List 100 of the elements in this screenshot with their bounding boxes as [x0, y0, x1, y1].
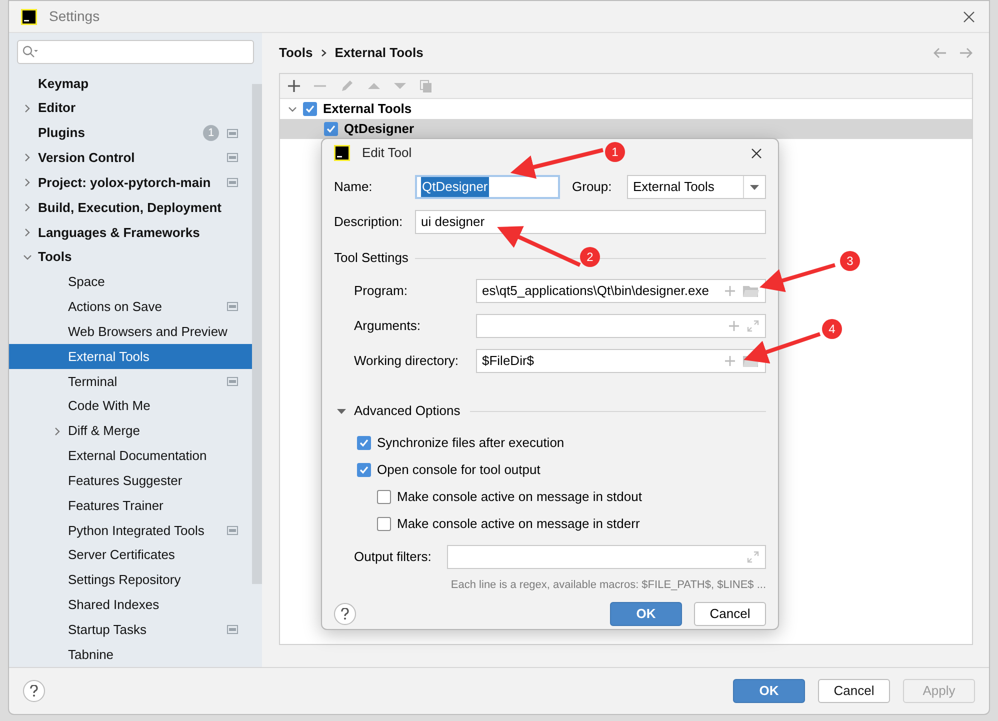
sidebar-item[interactable]: Space: [9, 270, 252, 294]
tree-row[interactable]: External Tools: [280, 99, 972, 119]
sidebar-item[interactable]: Project: yolox-pytorch-main: [9, 170, 252, 196]
checkmark-icon: [326, 124, 336, 134]
sidebar-item[interactable]: Editor: [9, 96, 252, 121]
chevron-down-icon[interactable]: [288, 104, 297, 114]
search-icon: [22, 45, 38, 59]
app-logo-icon: [334, 145, 350, 161]
project-scope-icon: [227, 153, 238, 162]
checkbox-label[interactable]: Open console for tool output: [377, 460, 540, 480]
ok-button[interactable]: OK: [733, 679, 805, 703]
chevron-right-icon[interactable]: [23, 178, 32, 188]
tree-row[interactable]: QtDesigner: [280, 119, 972, 139]
project-scope-icon: [227, 302, 238, 312]
sidebar-item[interactable]: Languages & Frameworks: [9, 220, 252, 245]
forward-arrow-icon[interactable]: [959, 47, 973, 59]
checkbox[interactable]: [357, 436, 371, 450]
help-button[interactable]: [334, 602, 356, 624]
breadcrumb-item[interactable]: Tools: [279, 43, 313, 63]
checkbox[interactable]: [357, 463, 371, 477]
checkbox-label[interactable]: Make console active on message in stdout: [397, 487, 642, 507]
sidebar-label: Editor: [38, 99, 76, 118]
checkbox-label[interactable]: Synchronize files after execution: [377, 433, 564, 453]
sidebar-item[interactable]: Python Integrated Tools: [9, 518, 252, 543]
project-scope-icon: [227, 178, 238, 188]
chevron-right-icon[interactable]: [23, 228, 32, 237]
sidebar-item[interactable]: Startup Tasks: [9, 617, 252, 642]
sidebar-item[interactable]: Diff & Merge: [9, 418, 252, 444]
field-label: Output filters:: [353, 548, 432, 566]
sidebar-item[interactable]: External Documentation: [9, 443, 252, 468]
expand-icon[interactable]: [747, 551, 759, 563]
checkbox[interactable]: [324, 122, 338, 136]
description-field[interactable]: ui designer: [415, 210, 766, 234]
sidebar-label: External Documentation: [68, 447, 207, 466]
close-icon[interactable]: [963, 10, 975, 22]
sidebar-label: Languages & Frameworks: [38, 224, 200, 242]
sidebar-label: Version Control: [38, 149, 135, 168]
sidebar-item[interactable]: Server Certificates: [9, 542, 252, 568]
sidebar-label: Keymap: [38, 74, 89, 93]
text-field[interactable]: es\qt5_applications\Qt\bin\designer.exe: [476, 279, 766, 303]
sidebar-label: External Tools: [68, 348, 150, 366]
section-title: Advanced Options: [354, 402, 460, 420]
chevron-right-icon[interactable]: [23, 104, 32, 113]
help-button[interactable]: [23, 680, 45, 702]
chevron-right-icon[interactable]: [23, 153, 32, 162]
chevron-down-icon[interactable]: [23, 252, 32, 262]
hint-text: Each line is a regex, available macros: $FILE_PATH$, $LINE$ ...: [450, 578, 766, 593]
sidebar-item[interactable]: Features Trainer: [9, 493, 252, 518]
sidebar-label: Terminal: [68, 372, 118, 391]
project-scope-icon: [227, 625, 238, 634]
sidebar-item[interactable]: Plugins 1: [9, 120, 252, 146]
breadcrumb-item: External Tools: [334, 44, 424, 62]
ok-button[interactable]: OK: [610, 602, 682, 626]
dialog-button[interactable]: Cancel: [818, 679, 890, 703]
field-label: Name:: [334, 178, 374, 196]
sidebar-item[interactable]: Settings Repository: [9, 568, 252, 592]
sidebar-item[interactable]: Terminal: [9, 368, 252, 394]
triangle-down-icon[interactable]: [337, 406, 346, 416]
checkbox[interactable]: [377, 490, 391, 504]
up-triangle-icon[interactable]: [368, 82, 380, 90]
back-arrow-icon[interactable]: [933, 47, 947, 59]
checkbox[interactable]: [377, 517, 391, 531]
text-field[interactable]: [476, 314, 766, 338]
expand-icon[interactable]: [747, 320, 759, 332]
pencil-icon[interactable]: [340, 79, 354, 93]
chevron-right-icon[interactable]: [23, 203, 32, 212]
folder-icon[interactable]: [743, 285, 759, 297]
checkbox[interactable]: [303, 102, 317, 116]
sidebar-item[interactable]: Tabnine: [9, 642, 252, 667]
sidebar-item[interactable]: Actions on Save: [9, 294, 252, 320]
output-filters-field[interactable]: [447, 545, 766, 569]
chevron-right-icon[interactable]: [53, 426, 62, 436]
sidebar-item[interactable]: External Tools: [9, 344, 252, 369]
sidebar-item[interactable]: Code With Me: [9, 394, 252, 419]
sidebar-item[interactable]: Shared Indexes: [9, 592, 252, 618]
sidebar-label: Shared Indexes: [68, 596, 160, 614]
sidebar-label: Settings Repository: [68, 571, 181, 590]
add-icon[interactable]: [288, 80, 300, 92]
field-label: Group:: [572, 178, 613, 196]
sidebar-item[interactable]: Tools: [9, 244, 252, 270]
sidebar-item[interactable]: Build, Execution, Deployment: [9, 195, 252, 220]
sidebar-item[interactable]: Features Suggester: [9, 468, 252, 494]
search-field[interactable]: [17, 40, 254, 64]
scrollbar-thumb[interactable]: [252, 84, 262, 584]
checkmark-icon: [305, 104, 315, 114]
sidebar-label: Code With Me: [68, 397, 150, 416]
name-field[interactable]: QtDesigner: [415, 175, 560, 199]
copy-icon[interactable]: [420, 80, 432, 92]
sidebar-item[interactable]: Keymap: [9, 71, 252, 96]
cancel-button[interactable]: Cancel: [694, 602, 766, 626]
sidebar-item[interactable]: Web Browsers and Preview: [9, 319, 252, 344]
text-field[interactable]: $FileDir$: [476, 349, 766, 373]
group-dropdown[interactable]: External Tools: [627, 175, 766, 199]
checkmark-icon: [359, 465, 369, 475]
down-triangle-icon[interactable]: [394, 82, 406, 90]
sidebar-label: Plugins: [38, 124, 85, 142]
question-mark-icon: [341, 608, 349, 620]
sidebar-item[interactable]: Version Control: [9, 145, 252, 170]
close-icon[interactable]: [751, 148, 762, 158]
checkbox-label[interactable]: Make console active on message in stderr: [397, 514, 640, 534]
